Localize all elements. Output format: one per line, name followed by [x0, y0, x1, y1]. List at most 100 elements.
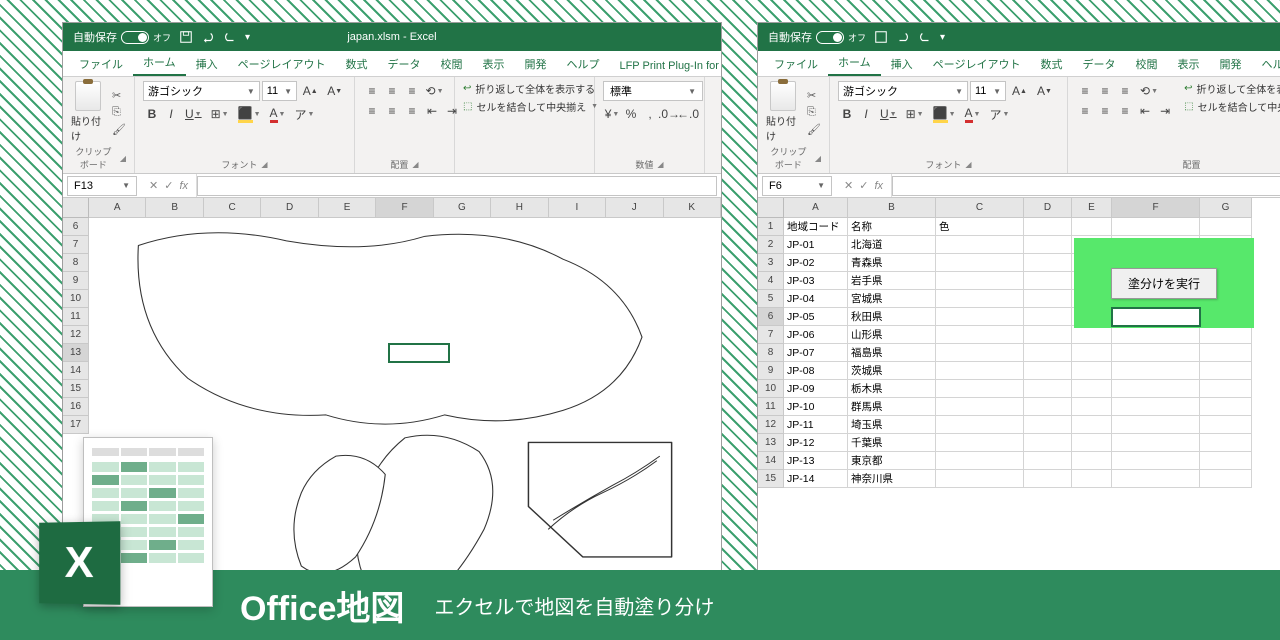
column-header[interactable]: D: [1024, 198, 1072, 218]
bold-button[interactable]: B: [838, 104, 856, 124]
cell[interactable]: [1024, 452, 1072, 470]
cell[interactable]: [1112, 326, 1200, 344]
row-header[interactable]: 9: [63, 272, 89, 290]
fb-confirm-icon[interactable]: ✓: [859, 179, 868, 192]
border-button[interactable]: ⊞▼: [207, 104, 233, 124]
fill-color-button[interactable]: ⬛▼: [234, 104, 265, 124]
indent-increase-icon[interactable]: ⇥: [1156, 101, 1174, 121]
column-header[interactable]: B: [848, 198, 936, 218]
name-box[interactable]: F13▼: [67, 176, 137, 196]
cell[interactable]: [1112, 452, 1200, 470]
align-center-icon[interactable]: ≡: [1096, 101, 1114, 121]
select-all-corner[interactable]: [63, 198, 89, 218]
cell[interactable]: [1112, 308, 1200, 326]
cell[interactable]: JP-03: [784, 272, 848, 290]
column-header[interactable]: F: [376, 198, 433, 218]
column-header[interactable]: E: [1072, 198, 1112, 218]
decrease-decimal-icon[interactable]: ←.0: [679, 104, 697, 124]
dialog-launcher-icon[interactable]: ◢: [120, 154, 126, 163]
ribbon-tab[interactable]: ホーム: [133, 49, 186, 76]
bold-button[interactable]: B: [143, 104, 161, 124]
row-header[interactable]: 4: [758, 272, 784, 290]
worksheet-grid[interactable]: ABCDEFG 123456789101112131415 塗分けを実行 地域コ…: [758, 198, 1280, 621]
font-size-select[interactable]: 11▼: [970, 81, 1006, 101]
cell[interactable]: [936, 398, 1024, 416]
align-bottom-icon[interactable]: ≡: [403, 81, 421, 101]
row-header[interactable]: 6: [63, 218, 89, 236]
dialog-launcher-icon[interactable]: ◢: [412, 160, 418, 169]
cell[interactable]: [936, 254, 1024, 272]
format-painter-icon[interactable]: 🖌: [112, 123, 126, 136]
cell[interactable]: JP-11: [784, 416, 848, 434]
cell[interactable]: [1024, 380, 1072, 398]
paste-button[interactable]: 貼り付け: [766, 81, 800, 143]
cell[interactable]: JP-09: [784, 380, 848, 398]
cell[interactable]: [1112, 470, 1200, 488]
row-header[interactable]: 8: [63, 254, 89, 272]
cell[interactable]: [1024, 218, 1072, 236]
cell[interactable]: JP-14: [784, 470, 848, 488]
select-all-corner[interactable]: [758, 198, 784, 218]
cell[interactable]: [1024, 290, 1072, 308]
cell[interactable]: [1200, 326, 1252, 344]
cut-icon[interactable]: ✂: [807, 89, 821, 102]
column-header[interactable]: F: [1112, 198, 1200, 218]
cell[interactable]: [936, 434, 1024, 452]
decrease-font-icon[interactable]: A▼: [324, 81, 347, 101]
cell[interactable]: [1072, 470, 1112, 488]
align-center-icon[interactable]: ≡: [383, 101, 401, 121]
save-icon[interactable]: [874, 30, 888, 44]
cell[interactable]: JP-07: [784, 344, 848, 362]
ribbon-tab[interactable]: 校閲: [430, 51, 472, 76]
cell[interactable]: [1200, 470, 1252, 488]
column-header[interactable]: G: [1200, 198, 1252, 218]
font-size-select[interactable]: 11▼: [262, 81, 297, 101]
number-format-select[interactable]: 標準▼: [603, 81, 703, 101]
cell[interactable]: [936, 308, 1024, 326]
align-left-icon[interactable]: ≡: [1076, 101, 1094, 121]
save-icon[interactable]: [179, 30, 193, 44]
cell[interactable]: JP-05: [784, 308, 848, 326]
cell[interactable]: [936, 380, 1024, 398]
font-name-select[interactable]: 游ゴシック▼: [838, 81, 968, 101]
row-header[interactable]: 7: [63, 236, 89, 254]
cell[interactable]: 名称: [848, 218, 936, 236]
align-top-icon[interactable]: ≡: [1076, 81, 1094, 101]
orientation-icon[interactable]: ⟲▼: [423, 81, 446, 101]
italic-button[interactable]: I: [857, 104, 875, 124]
column-header[interactable]: H: [491, 198, 548, 218]
percent-button[interactable]: %: [622, 104, 640, 124]
align-right-icon[interactable]: ≡: [403, 101, 421, 121]
cell[interactable]: JP-01: [784, 236, 848, 254]
increase-font-icon[interactable]: A▲: [1008, 81, 1031, 101]
column-header[interactable]: I: [549, 198, 606, 218]
column-header[interactable]: A: [89, 198, 146, 218]
indent-decrease-icon[interactable]: ⇤: [423, 101, 441, 121]
wrap-text-button[interactable]: ↩折り返して全体を表: [1184, 81, 1280, 96]
ribbon-tab[interactable]: ファイル: [764, 51, 828, 76]
undo-icon[interactable]: [201, 30, 215, 44]
italic-button[interactable]: I: [162, 104, 180, 124]
row-header[interactable]: 3: [758, 254, 784, 272]
cell[interactable]: 色: [936, 218, 1024, 236]
ribbon-tab[interactable]: ファイル: [69, 51, 133, 76]
ribbon-tab[interactable]: 開発: [1209, 51, 1251, 76]
cell[interactable]: [1024, 326, 1072, 344]
column-header[interactable]: B: [146, 198, 203, 218]
align-bottom-icon[interactable]: ≡: [1116, 81, 1134, 101]
cell[interactable]: [1072, 416, 1112, 434]
align-right-icon[interactable]: ≡: [1116, 101, 1134, 121]
undo-icon[interactable]: [896, 30, 910, 44]
paste-button[interactable]: 貼り付け: [71, 81, 105, 143]
fb-fx-icon[interactable]: fx: [874, 180, 883, 192]
align-top-icon[interactable]: ≡: [363, 81, 381, 101]
cell[interactable]: [936, 326, 1024, 344]
execute-fill-button[interactable]: 塗分けを実行: [1111, 268, 1217, 299]
align-left-icon[interactable]: ≡: [363, 101, 381, 121]
row-header[interactable]: 12: [758, 416, 784, 434]
row-header[interactable]: 14: [758, 452, 784, 470]
cell[interactable]: [1112, 380, 1200, 398]
dialog-launcher-icon[interactable]: ◢: [965, 160, 971, 169]
column-header[interactable]: E: [319, 198, 376, 218]
cell[interactable]: [1112, 362, 1200, 380]
